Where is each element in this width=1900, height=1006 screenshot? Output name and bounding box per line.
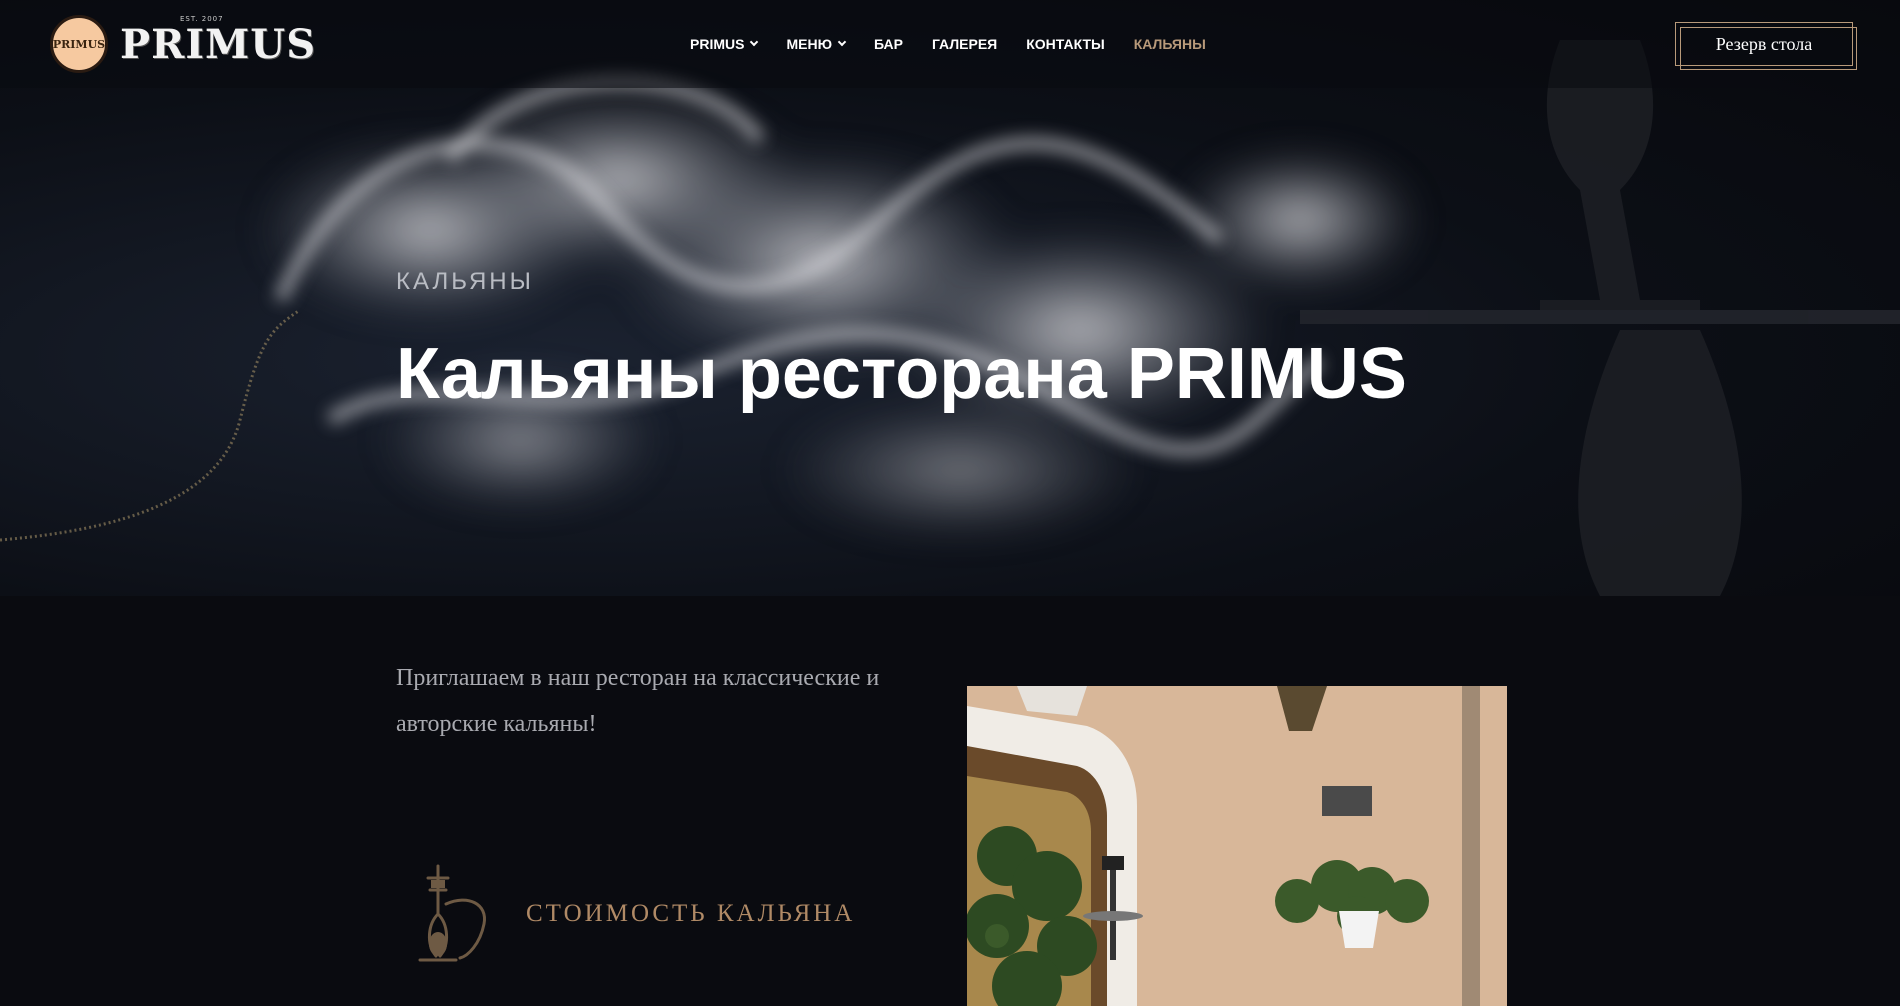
- hero-section: [0, 0, 1900, 596]
- logo-wordmark: EST. 2007 PRIMUS: [120, 15, 317, 68]
- intro-text: Приглашаем в наш ресторан на классически…: [396, 665, 880, 737]
- nav-label: КАЛЬЯНЫ: [1133, 36, 1206, 52]
- nav-label: МЕНЮ: [786, 36, 833, 52]
- hookah-photo: [967, 686, 1507, 1006]
- main-nav: PRIMUS МЕНЮ БАР ГАЛЕРЕЯ КОНТАКТЫ КАЛЬЯНЫ: [690, 0, 1235, 88]
- nav-item-contacts[interactable]: КОНТАКТЫ: [1026, 36, 1104, 52]
- restaurant-interior-image: [967, 686, 1507, 1006]
- hookah-price-section[interactable]: СТОИМОСТЬ КАЛЬЯНА: [408, 864, 855, 964]
- reserve-table-button[interactable]: Резерв стола: [1675, 22, 1857, 70]
- logo-badge: PRIMUS: [50, 15, 108, 73]
- page-title: Кальяны ресторана PRIMUS: [396, 334, 1407, 414]
- price-label: СТОИМОСТЬ КАЛЬЯНА: [526, 900, 856, 927]
- hookah-icon: [418, 864, 486, 962]
- nav-item-hookahs[interactable]: КАЛЬЯНЫ: [1134, 36, 1206, 52]
- smoke-background-image: [0, 40, 1900, 596]
- chevron-down-icon: [837, 37, 847, 47]
- hero-label: КАЛЬЯНЫ: [396, 268, 534, 295]
- nav-item-menu[interactable]: МЕНЮ: [786, 36, 847, 52]
- site-header: PRIMUS EST. 2007 PRIMUS PRIMUS МЕНЮ БАР …: [0, 0, 1900, 88]
- nav-label: БАР: [874, 36, 903, 52]
- logo-badge-text: PRIMUS: [52, 37, 106, 51]
- chevron-down-icon: [750, 37, 759, 47]
- nav-item-bar[interactable]: БАР: [874, 36, 903, 52]
- logo-name: PRIMUS: [120, 20, 317, 68]
- reserve-table-label: Резерв стола: [1715, 34, 1813, 54]
- nav-label: КОНТАКТЫ: [1026, 36, 1105, 52]
- nav-label: ГАЛЕРЕЯ: [932, 36, 998, 52]
- nav-item-primus[interactable]: PRIMUS: [690, 36, 759, 52]
- nav-item-gallery[interactable]: ГАЛЕРЕЯ: [932, 36, 997, 52]
- nav-label: PRIMUS: [690, 36, 745, 52]
- logo-est: EST. 2007: [180, 14, 224, 23]
- logo[interactable]: PRIMUS EST. 2007 PRIMUS: [50, 15, 316, 73]
